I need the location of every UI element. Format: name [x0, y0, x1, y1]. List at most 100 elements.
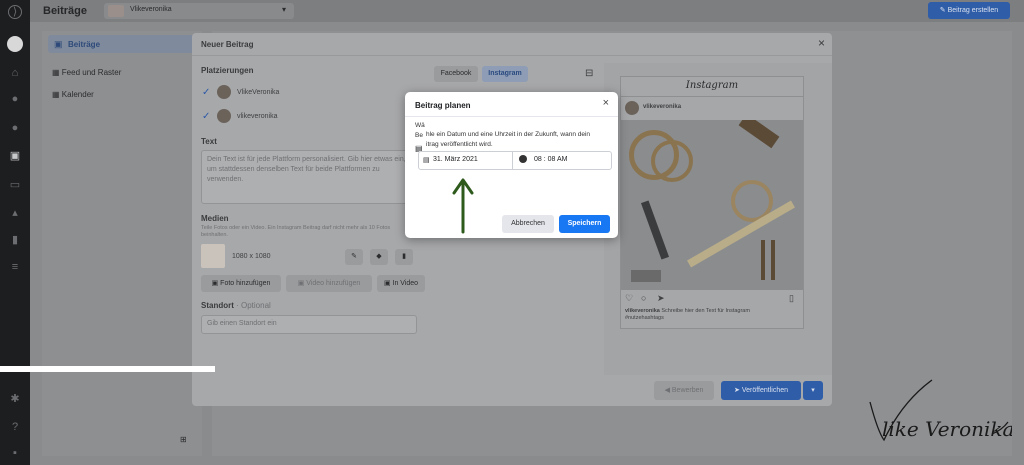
clock-icon: [519, 155, 527, 163]
schedule-post-dialog: Beitrag planen × Wä Be hle ein Datum und…: [405, 92, 618, 238]
account-avatar: [217, 85, 231, 99]
shop-icon[interactable]: ▭: [8, 178, 22, 192]
video-icon: ▣: [297, 280, 307, 287]
in-video-button[interactable]: ▣ In Video: [377, 275, 425, 292]
settings-icon[interactable]: ✱: [8, 392, 22, 406]
account-icon: [108, 5, 124, 17]
preview-photo: [621, 120, 803, 290]
nav-item-label: Feed und Raster: [61, 68, 122, 77]
annotation-arrow: [452, 178, 474, 234]
modal-title: Neuer Beitrag: [201, 40, 254, 49]
instagram-logo: Instagram: [685, 80, 739, 91]
add-video-button[interactable]: ▣ Video hinzufügen: [286, 275, 372, 292]
notifications-icon[interactable]: ●: [8, 92, 22, 106]
create-post-button[interactable]: ✎ Beitrag erstellen: [928, 2, 1010, 19]
post-text-placeholder: Dein Text ist für jede Plattform persona…: [207, 156, 406, 183]
nav-item-feed[interactable]: ▦ Feed und Raster: [52, 68, 121, 77]
promote-button[interactable]: ◀ Bewerben: [654, 381, 714, 400]
feedback-icon[interactable]: ▪: [8, 446, 22, 460]
date-value[interactable]: 31. März 2021: [433, 156, 478, 163]
home-icon[interactable]: ⌂: [8, 66, 22, 80]
close-icon[interactable]: ×: [818, 36, 825, 50]
edit-media-button[interactable]: ✎: [345, 249, 363, 265]
account-name: Vlikeveronika: [130, 6, 172, 13]
caption-hashtags: #nutzehashtags: [625, 315, 664, 321]
close-icon[interactable]: ×: [603, 97, 609, 109]
tag-media-button[interactable]: ◆: [370, 249, 388, 265]
grid-icon: ▦: [52, 68, 62, 77]
delete-media-button[interactable]: ▮: [395, 249, 413, 265]
left-rail: ⟩ ⌂ ● ● ▣ ▭ ▴ ▮ ≡ ✱ ? ▪: [0, 0, 30, 465]
bookmark-icon: ▯: [789, 293, 794, 303]
nav-item-label: Beiträge: [68, 40, 101, 49]
tab-instagram[interactable]: Instagram: [482, 66, 528, 82]
watermark-signature: like Veronika: [869, 379, 1012, 442]
media-label: Medien: [201, 214, 229, 223]
preview-toggle-icon[interactable]: ⊟: [585, 68, 593, 79]
chevron-down-icon: ▾: [281, 5, 286, 14]
checkbox-facebook[interactable]: ✓: [202, 87, 210, 98]
media-thumbnail[interactable]: [201, 244, 225, 268]
create-post-label: Beitrag erstellen: [947, 7, 999, 14]
left-nav: ▣ Beiträge ▦ Feed und Raster ▦ Kalender …: [42, 31, 202, 456]
time-value[interactable]: 08 : 08 AM: [534, 156, 567, 163]
chevron-down-icon: ▾: [811, 387, 815, 394]
publish-button[interactable]: ➤ Veröffentlichen: [721, 381, 801, 400]
white-strip: [0, 366, 215, 372]
calendar-icon: ▤: [423, 157, 430, 164]
schedule-datetime-field[interactable]: ▤ 31. März 2021 08 : 08 AM: [418, 151, 612, 170]
profile-avatar[interactable]: [7, 36, 23, 52]
trash-icon: ▮: [402, 253, 406, 260]
media-size: 1080 x 1080: [232, 253, 271, 260]
ads-icon[interactable]: ▴: [8, 206, 22, 220]
megaphone-icon: ◀: [664, 387, 672, 394]
account-name-facebook: VlikeVeronika: [237, 89, 280, 96]
photo-icon: ▣: [211, 280, 221, 287]
posts-icon[interactable]: ▣: [8, 149, 22, 163]
caption-username: vlikeveronika: [625, 308, 660, 314]
posts-nav-icon: ▣: [54, 39, 63, 49]
location-input[interactable]: Gib einen Standort ein: [201, 315, 417, 334]
account-switcher[interactable]: Vlikeveronika ▾: [104, 3, 294, 19]
desc-line-2: itrag veröffentlicht wird.: [426, 141, 493, 148]
insights-icon[interactable]: ▮: [8, 233, 22, 247]
dialog-description-text: hle ein Datum und eine Uhrzeit in der Zu…: [426, 130, 616, 150]
like-icon: ♡: [625, 293, 634, 303]
tab-facebook[interactable]: Facebook: [434, 66, 478, 82]
video-icon: ▣: [383, 280, 393, 287]
add-photo-button[interactable]: ▣ Foto hinzufügen: [201, 275, 281, 292]
calendar-icon: ▦: [52, 90, 62, 99]
collapse-icon[interactable]: ⊞: [180, 435, 187, 444]
pencil-icon: ✎: [351, 253, 357, 260]
location-label: Standort · Optional: [201, 301, 271, 310]
nav-item-posts[interactable]: ▣ Beiträge: [48, 35, 196, 53]
tag-icon: ◆: [376, 253, 382, 260]
desc-fragment: Wä: [415, 122, 425, 129]
preview-avatar: [625, 101, 639, 115]
placements-label: Platzierungen: [201, 66, 254, 75]
save-button[interactable]: Speichern: [559, 215, 610, 233]
nav-item-calendar[interactable]: ▦ Kalender: [52, 90, 94, 99]
desc-line-1: hle ein Datum und eine Uhrzeit in der Zu…: [426, 131, 591, 138]
cancel-button[interactable]: Abbrechen: [502, 215, 554, 233]
caption-text: Schreibe hier den Text für Instagram: [661, 308, 750, 314]
facebook-logo-icon[interactable]: ⟩: [8, 5, 22, 19]
dialog-title: Beitrag planen: [415, 101, 471, 110]
help-icon[interactable]: ?: [8, 420, 22, 434]
post-text-input[interactable]: Dein Text ist für jede Plattform persona…: [201, 150, 417, 204]
menu-icon[interactable]: ≡: [8, 260, 22, 274]
add-photo-label: Foto hinzufügen: [220, 280, 271, 287]
publish-label: Veröffentlichen: [741, 387, 788, 394]
comment-icon: ○: [641, 293, 647, 303]
messages-icon[interactable]: ●: [8, 121, 22, 135]
preview-username: vlikeveronika: [643, 104, 682, 110]
publish-options-button[interactable]: ▾: [803, 381, 823, 400]
location-optional: · Optional: [236, 301, 271, 310]
page-title: Beiträge: [43, 5, 88, 17]
checkbox-instagram[interactable]: ✓: [202, 111, 210, 122]
account-avatar: [217, 109, 231, 123]
modal-header: Neuer Beitrag ×: [192, 33, 832, 56]
svg-text:like Veronika: like Veronika: [882, 417, 1012, 441]
location-placeholder: Gib einen Standort ein: [207, 320, 277, 327]
instagram-preview-card: Instagram vlikeveronika ♡ ○ ➤ ▯ vlikever…: [620, 76, 804, 329]
